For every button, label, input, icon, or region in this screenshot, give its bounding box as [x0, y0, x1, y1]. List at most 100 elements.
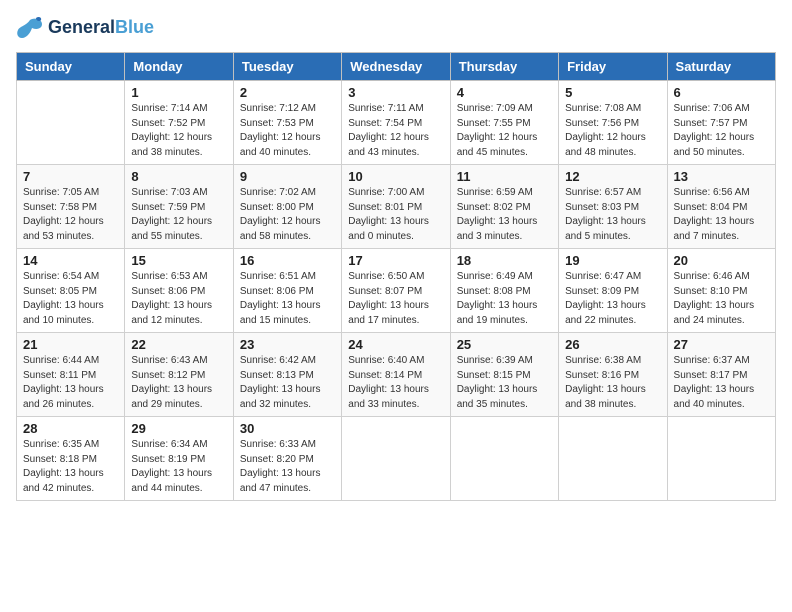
calendar-day: 21 Sunrise: 6:44 AM Sunset: 8:11 PM Dayli… [17, 333, 125, 417]
day-info: Sunrise: 7:12 AM Sunset: 7:53 PM Dayligh… [240, 102, 335, 160]
calendar-day: 22Sunrise: 6:43 AM Sunset: 8:12 PM Dayli… [125, 333, 233, 417]
calendar-day: 9Sunrise: 7:02 AM Sunset: 8:00 PM Daylig… [233, 165, 341, 249]
calendar-day: 10 Sunrise: 7:00 AM Sunset: 8:01 PM Dayli… [342, 165, 450, 249]
day-number: 17 [348, 253, 443, 268]
calendar-day: 2 Sunrise: 7:12 AM Sunset: 7:53 PM Daylig… [233, 81, 341, 165]
calendar-day: 24 Sunrise: 6:40 AM Sunset: 8:14 PM Dayli… [342, 333, 450, 417]
day-number: 8 [131, 169, 226, 184]
day-number: 23 [240, 337, 335, 352]
day-info: Sunrise: 6:42 AM Sunset: 8:13 PM Dayligh… [240, 354, 335, 412]
day-number: 14 [23, 253, 118, 268]
calendar-day: 17 Sunrise: 6:50 AM Sunset: 8:07 PM Dayli… [342, 249, 450, 333]
day-info: Sunrise: 7:03 AM Sunset: 7:59 PM Dayligh… [131, 186, 226, 244]
day-info: Sunrise: 6:47 AM Sunset: 8:09 PM Dayligh… [565, 270, 660, 328]
day-number: 26 [565, 337, 660, 352]
day-number: 4 [457, 85, 552, 100]
day-info: Sunrise: 7:06 AM Sunset: 7:57 PM Dayligh… [674, 102, 769, 160]
day-info: Sunrise: 6:53 AM Sunset: 8:06 PM Dayligh… [131, 270, 226, 328]
calendar-week-5: 28 Sunrise: 6:35 AM Sunset: 8:18 PM Dayli… [17, 417, 776, 501]
day-info: Sunrise: 6:54 AM Sunset: 8:05 PM Dayligh… [23, 270, 118, 328]
day-info: Sunrise: 6:49 AM Sunset: 8:08 PM Dayligh… [457, 270, 552, 328]
day-number: 6 [674, 85, 769, 100]
day-info: Sunrise: 6:38 AM Sunset: 8:16 PM Dayligh… [565, 354, 660, 412]
day-number: 19 [565, 253, 660, 268]
day-info: Sunrise: 6:56 AM Sunset: 8:04 PM Dayligh… [674, 186, 769, 244]
day-number: 7 [23, 169, 118, 184]
day-info: Sunrise: 6:50 AM Sunset: 8:07 PM Dayligh… [348, 270, 443, 328]
day-number: 25 [457, 337, 552, 352]
calendar-day [342, 417, 450, 501]
day-number: 5 [565, 85, 660, 100]
calendar-header-friday: Friday [559, 53, 667, 81]
day-number: 10 [348, 169, 443, 184]
calendar-header-monday: Monday [125, 53, 233, 81]
calendar-week-3: 14 Sunrise: 6:54 AM Sunset: 8:05 PM Dayli… [17, 249, 776, 333]
day-number: 30 [240, 421, 335, 436]
day-info: Sunrise: 6:57 AM Sunset: 8:03 PM Dayligh… [565, 186, 660, 244]
calendar-header-thursday: Thursday [450, 53, 558, 81]
day-number: 2 [240, 85, 335, 100]
day-number: 27 [674, 337, 769, 352]
calendar-header-row: SundayMondayTuesdayWednesdayThursdayFrid… [17, 53, 776, 81]
calendar-day: 16 Sunrise: 6:51 AM Sunset: 8:06 PM Dayli… [233, 249, 341, 333]
day-info: Sunrise: 7:00 AM Sunset: 8:01 PM Dayligh… [348, 186, 443, 244]
day-info: Sunrise: 7:05 AM Sunset: 7:58 PM Dayligh… [23, 186, 118, 244]
day-info: Sunrise: 6:35 AM Sunset: 8:18 PM Dayligh… [23, 438, 118, 496]
calendar-day: 1Sunrise: 7:14 AM Sunset: 7:52 PM Daylig… [125, 81, 233, 165]
calendar-header-sunday: Sunday [17, 53, 125, 81]
day-info: Sunrise: 6:51 AM Sunset: 8:06 PM Dayligh… [240, 270, 335, 328]
day-number: 16 [240, 253, 335, 268]
day-info: Sunrise: 6:37 AM Sunset: 8:17 PM Dayligh… [674, 354, 769, 412]
calendar-day: 13 Sunrise: 6:56 AM Sunset: 8:04 PM Dayli… [667, 165, 775, 249]
calendar-day: 26 Sunrise: 6:38 AM Sunset: 8:16 PM Dayli… [559, 333, 667, 417]
calendar-day: 27 Sunrise: 6:37 AM Sunset: 8:17 PM Dayli… [667, 333, 775, 417]
day-info: Sunrise: 7:11 AM Sunset: 7:54 PM Dayligh… [348, 102, 443, 160]
day-number: 24 [348, 337, 443, 352]
logo-icon [16, 16, 44, 40]
calendar-week-2: 7 Sunrise: 7:05 AM Sunset: 7:58 PM Daylig… [17, 165, 776, 249]
calendar-header-saturday: Saturday [667, 53, 775, 81]
calendar-day [667, 417, 775, 501]
day-info: Sunrise: 6:46 AM Sunset: 8:10 PM Dayligh… [674, 270, 769, 328]
page-header: GeneralBlue [16, 16, 776, 40]
day-number: 13 [674, 169, 769, 184]
day-info: Sunrise: 6:44 AM Sunset: 8:11 PM Dayligh… [23, 354, 118, 412]
calendar-day: 20 Sunrise: 6:46 AM Sunset: 8:10 PM Dayli… [667, 249, 775, 333]
calendar-day: 30Sunrise: 6:33 AM Sunset: 8:20 PM Dayli… [233, 417, 341, 501]
calendar-table: SundayMondayTuesdayWednesdayThursdayFrid… [16, 52, 776, 501]
day-number: 9 [240, 169, 335, 184]
day-info: Sunrise: 7:09 AM Sunset: 7:55 PM Dayligh… [457, 102, 552, 160]
day-number: 20 [674, 253, 769, 268]
day-number: 29 [131, 421, 226, 436]
calendar-day: 14 Sunrise: 6:54 AM Sunset: 8:05 PM Dayli… [17, 249, 125, 333]
day-info: Sunrise: 6:43 AM Sunset: 8:12 PM Dayligh… [131, 354, 226, 412]
day-info: Sunrise: 6:59 AM Sunset: 8:02 PM Dayligh… [457, 186, 552, 244]
calendar-day: 11 Sunrise: 6:59 AM Sunset: 8:02 PM Dayli… [450, 165, 558, 249]
calendar-day: 25 Sunrise: 6:39 AM Sunset: 8:15 PM Dayli… [450, 333, 558, 417]
calendar-day: 5 Sunrise: 7:08 AM Sunset: 7:56 PM Daylig… [559, 81, 667, 165]
day-number: 21 [23, 337, 118, 352]
calendar-header-wednesday: Wednesday [342, 53, 450, 81]
calendar-day: 18Sunrise: 6:49 AM Sunset: 8:08 PM Dayli… [450, 249, 558, 333]
calendar-day: 19 Sunrise: 6:47 AM Sunset: 8:09 PM Dayli… [559, 249, 667, 333]
day-info: Sunrise: 6:39 AM Sunset: 8:15 PM Dayligh… [457, 354, 552, 412]
day-number: 11 [457, 169, 552, 184]
day-number: 28 [23, 421, 118, 436]
calendar-day: 8 Sunrise: 7:03 AM Sunset: 7:59 PM Daylig… [125, 165, 233, 249]
logo: GeneralBlue [16, 16, 154, 40]
calendar-day: 6 Sunrise: 7:06 AM Sunset: 7:57 PM Daylig… [667, 81, 775, 165]
day-number: 1 [131, 85, 226, 100]
calendar-day: 28 Sunrise: 6:35 AM Sunset: 8:18 PM Dayli… [17, 417, 125, 501]
calendar-day: 7 Sunrise: 7:05 AM Sunset: 7:58 PM Daylig… [17, 165, 125, 249]
calendar-day: 3 Sunrise: 7:11 AM Sunset: 7:54 PM Daylig… [342, 81, 450, 165]
calendar-day [450, 417, 558, 501]
calendar-day: 12Sunrise: 6:57 AM Sunset: 8:03 PM Dayli… [559, 165, 667, 249]
calendar-week-1: 1Sunrise: 7:14 AM Sunset: 7:52 PM Daylig… [17, 81, 776, 165]
calendar-day: 15Sunrise: 6:53 AM Sunset: 8:06 PM Dayli… [125, 249, 233, 333]
calendar-day: 29Sunrise: 6:34 AM Sunset: 8:19 PM Dayli… [125, 417, 233, 501]
logo-text: GeneralBlue [48, 18, 154, 38]
day-info: Sunrise: 6:40 AM Sunset: 8:14 PM Dayligh… [348, 354, 443, 412]
calendar-day: 4 Sunrise: 7:09 AM Sunset: 7:55 PM Daylig… [450, 81, 558, 165]
day-number: 3 [348, 85, 443, 100]
day-info: Sunrise: 7:08 AM Sunset: 7:56 PM Dayligh… [565, 102, 660, 160]
